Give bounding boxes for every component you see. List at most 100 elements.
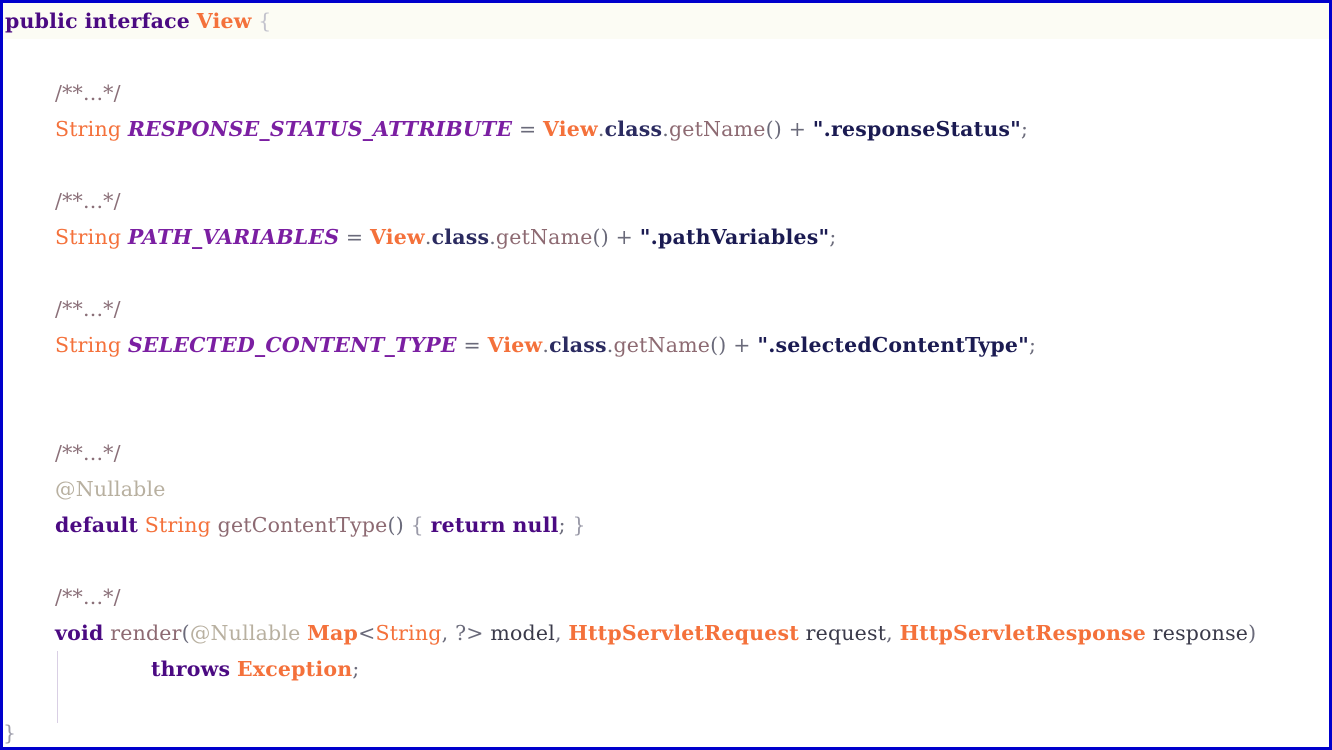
type-view: View	[370, 225, 425, 249]
type-http-servlet-response: HttpServletResponse	[899, 621, 1147, 645]
string-literal-selected-content-type: ".selectedContentType"	[757, 333, 1030, 357]
annotation-nullable: @Nullable	[189, 621, 301, 645]
constant-response-status-attribute: RESPONSE_STATUS_ATTRIBUTE	[127, 117, 513, 141]
semicolon: ;	[1021, 117, 1029, 141]
annotation-nullable: @Nullable	[55, 477, 166, 501]
operator-assign: =	[512, 117, 544, 141]
dot: .	[424, 225, 432, 249]
keyword-throws: throws	[151, 657, 231, 681]
parameter-response: response	[1152, 621, 1249, 645]
keyword-null: null	[512, 513, 559, 537]
parens: ()	[765, 117, 782, 141]
semicolon: ;	[558, 513, 566, 537]
generic-open: <	[358, 621, 376, 645]
code-line-15-get-content-type[interactable]: default String getContentType() { return…	[3, 507, 1329, 543]
dot: .	[489, 225, 496, 249]
type-view: View	[196, 9, 252, 33]
parameter-request: request	[805, 621, 887, 645]
code-line-1[interactable]: public interface View {	[3, 3, 1329, 39]
constant-path-variables: PATH_VARIABLES	[127, 225, 340, 249]
type-string: String	[144, 513, 211, 537]
parens: ()	[710, 333, 727, 357]
type-view: View	[487, 333, 543, 357]
generic-close: >	[466, 621, 484, 645]
code-line-11-blank	[3, 363, 1329, 399]
method-getname: getName	[613, 333, 711, 357]
type-view: View	[543, 117, 598, 141]
generic-wildcard: ?	[455, 621, 467, 645]
keyword-return: return	[430, 513, 506, 537]
code-viewer: public interface View { /**...*/ String …	[0, 0, 1332, 750]
brace-open-body: {	[410, 513, 424, 537]
paren-open: (	[181, 621, 190, 645]
parens: ()	[592, 225, 609, 249]
code-line-8-blank	[3, 255, 1329, 291]
folded-javadoc-marker[interactable]: /**...*/	[55, 189, 121, 213]
constant-selected-content-type: SELECTED_CONTENT_TYPE	[127, 333, 457, 357]
folded-javadoc-marker[interactable]: /**...*/	[55, 441, 121, 465]
keyword-interface: interface	[84, 9, 190, 33]
comma: ,	[554, 621, 569, 645]
comma: ,	[886, 621, 900, 645]
paren-close: )	[1248, 621, 1257, 645]
semicolon: ;	[352, 657, 360, 681]
keyword-void: void	[55, 621, 104, 645]
comma: ,	[441, 621, 456, 645]
parameter-model: model	[490, 621, 555, 645]
brace-close-interface: }	[3, 721, 17, 745]
dot: .	[662, 117, 669, 141]
operator-plus: +	[608, 225, 640, 249]
code-line-21-interface-close[interactable]: }	[3, 715, 1329, 747]
keyword-default: default	[55, 513, 139, 537]
code-line-18-render-signature[interactable]: void render(@Nullable Map<String, ?> mod…	[3, 615, 1329, 651]
code-line-16-blank	[3, 543, 1329, 579]
field-class: class	[604, 117, 663, 141]
code-line-14-annotation-nullable[interactable]: @Nullable	[3, 471, 1329, 507]
semicolon: ;	[1029, 333, 1037, 357]
code-line-5-blank	[3, 147, 1329, 183]
brace-open-interface: {	[258, 9, 272, 33]
type-string: String	[375, 621, 442, 645]
method-getname: getName	[668, 117, 766, 141]
operator-plus: +	[726, 333, 758, 357]
code-surface[interactable]: public interface View { /**...*/ String …	[3, 3, 1329, 747]
type-string: String	[55, 333, 122, 357]
field-class: class	[431, 225, 490, 249]
method-render: render	[110, 621, 182, 645]
brace-close-body: }	[572, 513, 586, 537]
type-string: String	[55, 117, 122, 141]
method-get-content-type: getContentType	[217, 513, 388, 537]
operator-plus: +	[781, 117, 813, 141]
semicolon: ;	[829, 225, 837, 249]
code-line-7-path-variables[interactable]: String PATH_VARIABLES = View.class.getNa…	[3, 219, 1329, 255]
field-class: class	[549, 333, 607, 357]
code-line-17-fold[interactable]: /**...*/	[3, 579, 1329, 615]
type-map: Map	[307, 621, 359, 645]
method-getname: getName	[495, 225, 593, 249]
dot: .	[597, 117, 605, 141]
code-line-19-throws-clause[interactable]: throws Exception;	[3, 651, 1329, 687]
folded-javadoc-marker[interactable]: /**...*/	[55, 81, 121, 105]
type-exception: Exception	[236, 657, 353, 681]
folded-javadoc-marker[interactable]: /**...*/	[55, 585, 121, 609]
code-line-4-response-status-attribute[interactable]: String RESPONSE_STATUS_ATTRIBUTE = View.…	[3, 111, 1329, 147]
code-line-6-fold[interactable]: /**...*/	[3, 183, 1329, 219]
folded-javadoc-marker[interactable]: /**...*/	[55, 297, 121, 321]
string-literal-path-variables: ".pathVariables"	[639, 225, 830, 249]
code-line-13-fold[interactable]: /**...*/	[3, 435, 1329, 471]
operator-assign: =	[339, 225, 371, 249]
code-line-3-fold[interactable]: /**...*/	[3, 75, 1329, 111]
parens: ()	[387, 513, 404, 537]
code-line-10-selected-content-type[interactable]: String SELECTED_CONTENT_TYPE = View.clas…	[3, 327, 1329, 363]
code-line-9-fold[interactable]: /**...*/	[3, 291, 1329, 327]
operator-assign: =	[456, 333, 488, 357]
